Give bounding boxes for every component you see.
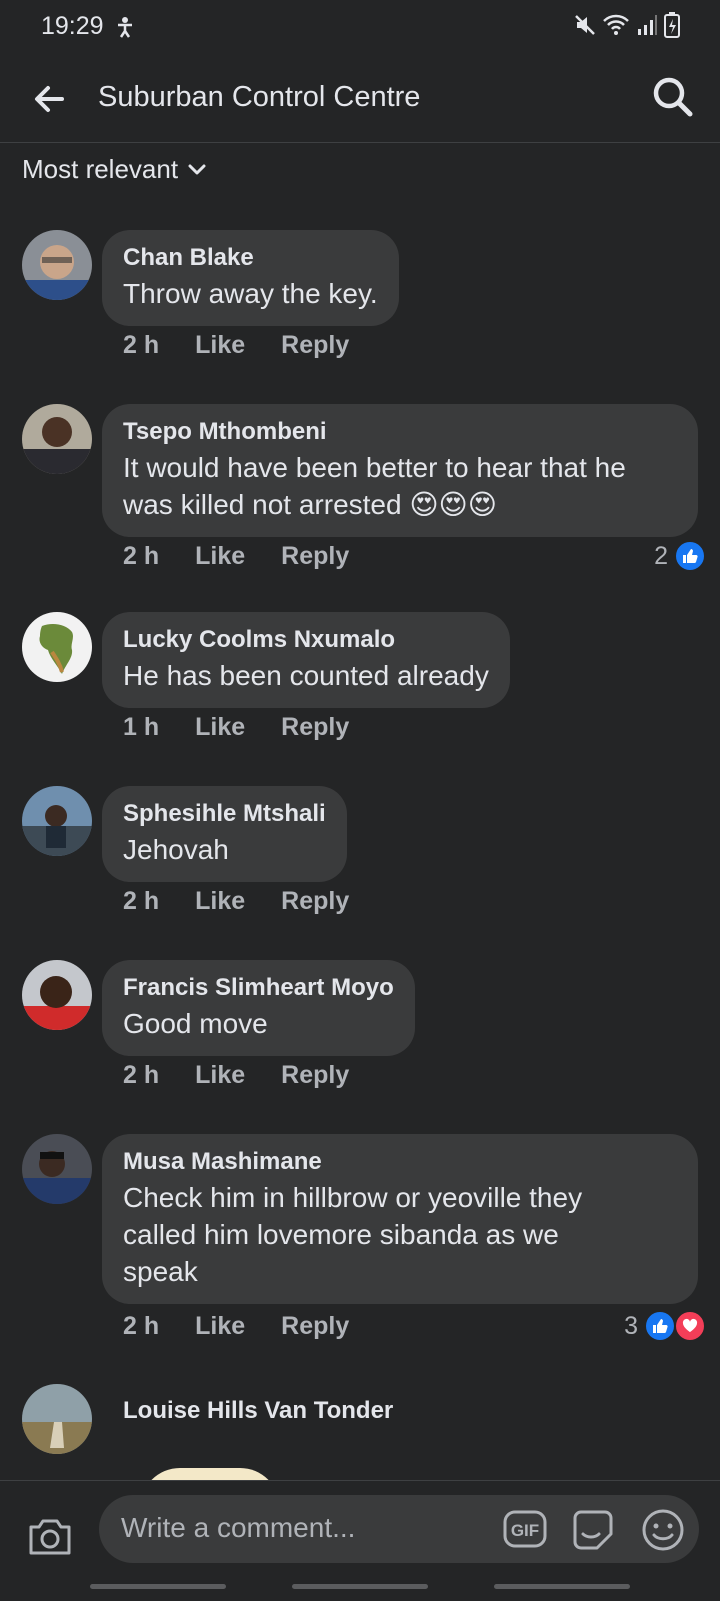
comment-author[interactable]: Lucky Coolms Nxumalo [123,625,489,655]
comment-author[interactable]: Tsepo Mthombeni [123,417,677,447]
comment-bubble[interactable]: Lucky Coolms Nxumalo He has been counted… [102,612,510,708]
sort-label: Most relevant [22,154,179,184]
like-button[interactable]: Like [195,331,245,360]
emoji-icon[interactable] [641,1508,685,1552]
nav-handle [292,1584,428,1589]
like-button[interactable]: Like [195,1312,245,1341]
search-icon[interactable] [650,74,696,120]
like-button[interactable]: Like [195,713,245,742]
comment-text: Good move [123,1008,268,1039]
svg-text:GIF: GIF [511,1521,539,1540]
comment-text-line: Check him in hillbrow or yeoville they [123,1182,583,1213]
like-button[interactable]: Like [195,542,245,571]
comment-time: 1 h [123,713,160,741]
comment-text: Jehovah [123,834,229,865]
comment-text: He has been counted already [123,660,489,691]
camera-icon[interactable] [27,1513,73,1559]
comment-author[interactable]: Chan Blake [123,243,378,273]
comment-time: 2 h [123,331,160,359]
comment-actions: 2 h Like Reply [123,887,385,916]
mute-icon [575,15,595,35]
sticker-icon[interactable] [571,1508,615,1552]
comment-actions: 2 h Like Reply [123,1061,385,1090]
comment-time: 2 h [123,542,160,570]
comment-bubble[interactable]: Tsepo Mthombeni It would have been bette… [102,404,698,537]
avatar[interactable] [22,404,92,474]
comment-text-line: was killed not arrested 😍😍😍 [123,489,497,520]
comment-author[interactable]: Musa Mashimane [123,1147,677,1177]
comment-author[interactable]: Sphesihle Mtshali [123,799,326,829]
battery-icon [664,12,680,38]
header: Suburban Control Centre [0,54,720,143]
comment-actions: 2 h Like Reply [123,331,385,360]
like-button[interactable]: Like [195,1061,245,1090]
comment-bubble[interactable]: Francis Slimheart Moyo Good move [102,960,415,1056]
gif-icon[interactable]: GIF [503,1510,547,1548]
comment-bubble[interactable]: Musa Mashimane Check him in hillbrow or … [102,1134,698,1304]
like-reaction-icon [644,1310,676,1342]
reply-button[interactable]: Reply [281,887,349,916]
comment-time: 2 h [123,1312,160,1340]
reaction-summary[interactable]: 3 [624,1310,706,1342]
avatar[interactable] [22,1134,92,1204]
signal-icon [638,15,657,35]
comment-text-line: It would have been better to hear that h… [123,452,626,483]
reaction-summary[interactable]: 2 [654,540,706,572]
comment-text: Check him in hillbrow or yeoville they c… [123,1179,677,1290]
status-bar: 19:29 [0,0,720,54]
accessibility-icon [118,17,132,38]
avatar[interactable] [22,1384,92,1454]
comment-text-line: called him lovemore sibanda as we [123,1219,559,1250]
comment-text: It would have been better to hear that h… [123,449,677,523]
nav-handle [90,1584,226,1589]
reaction-count: 2 [654,541,668,570]
page-title: Suburban Control Centre [98,81,421,113]
comment-actions: 1 h Like Reply [123,713,385,742]
status-time: 19:29 [41,12,104,40]
comment-text-line: speak [123,1256,198,1287]
comment-actions: 2 h Like Reply [123,1312,385,1341]
like-reaction-icon [674,540,706,572]
comment-bubble[interactable]: Chan Blake Throw away the key. [102,230,399,326]
comment-text: Throw away the key. [123,278,378,309]
wifi-icon [603,14,629,35]
comment-time: 2 h [123,1061,160,1089]
reaction-count: 3 [624,1311,638,1340]
chevron-down-icon [188,164,206,174]
avatar[interactable] [22,230,92,300]
avatar[interactable] [22,960,92,1030]
comment-author[interactable]: Francis Slimheart Moyo [123,973,394,1003]
avatar[interactable] [22,612,92,682]
reply-button[interactable]: Reply [281,542,349,571]
comment-input[interactable]: Write a comment... GIF [99,1495,699,1563]
like-button[interactable]: Like [195,887,245,916]
reply-button[interactable]: Reply [281,331,349,360]
comment-bubble[interactable]: Sphesihle Mtshali Jehovah [102,786,347,882]
reply-button[interactable]: Reply [281,713,349,742]
comment-placeholder: Write a comment... [121,1512,356,1543]
back-arrow-icon[interactable] [28,78,70,120]
comment-actions: 2 h Like Reply [123,542,385,571]
comment-time: 2 h [123,887,160,915]
sort-dropdown[interactable]: Most relevant [22,154,206,185]
love-reaction-icon [674,1310,706,1342]
nav-handle [494,1584,630,1589]
reply-button[interactable]: Reply [281,1061,349,1090]
comment-author[interactable]: Louise Hills Van Tonder [123,1396,393,1426]
reply-button[interactable]: Reply [281,1312,349,1341]
avatar[interactable] [22,786,92,856]
system-nav-bar [0,1580,720,1600]
